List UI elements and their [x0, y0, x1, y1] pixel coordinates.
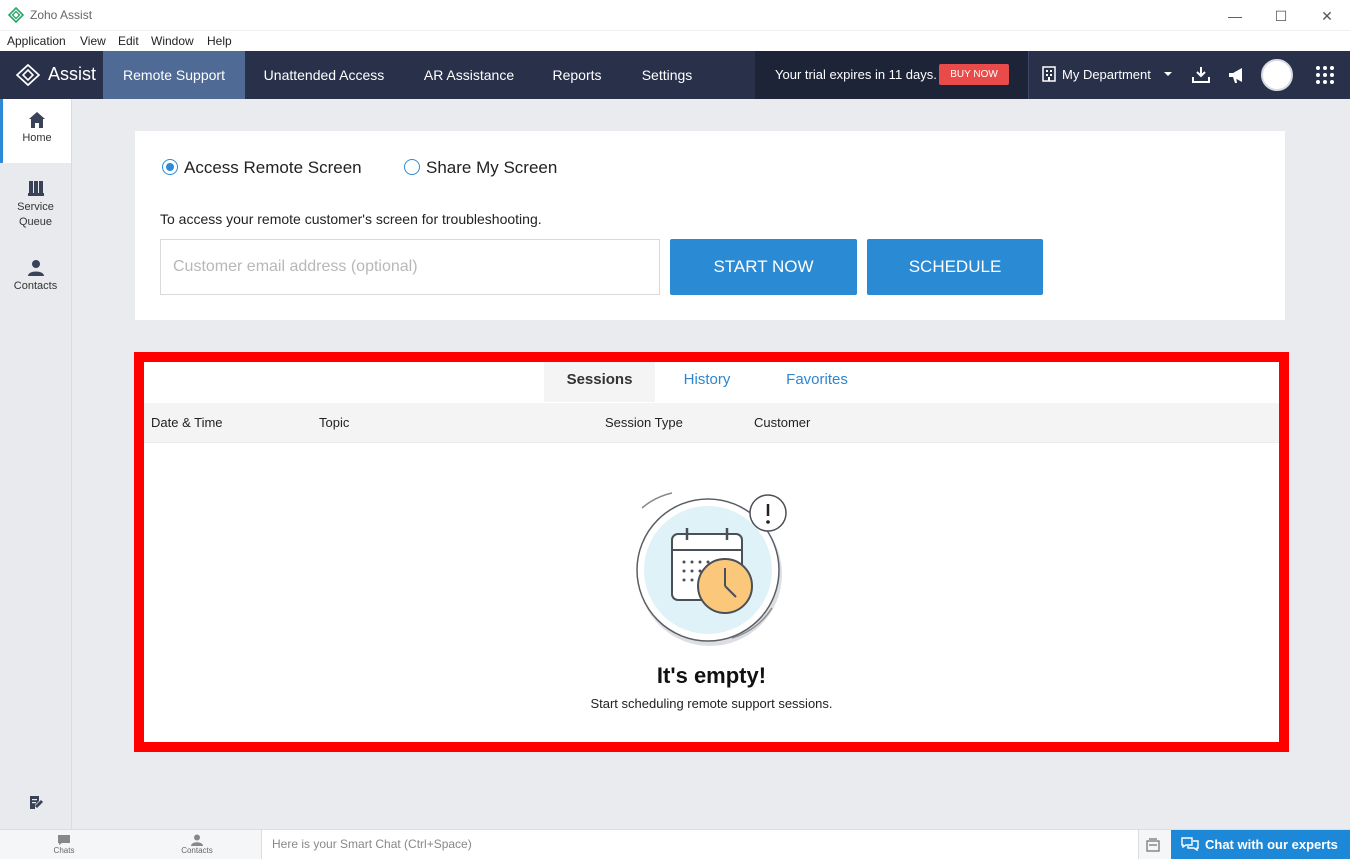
sidebar-item-label: Service Queue: [17, 201, 54, 228]
maximize-button[interactable]: ☐: [1258, 4, 1304, 28]
download-icon[interactable]: [1191, 65, 1211, 85]
option-access-remote-screen[interactable]: Access Remote Screen: [162, 158, 362, 178]
bottom-contacts[interactable]: Contacts: [167, 834, 227, 855]
column-session-type[interactable]: Session Type: [605, 415, 683, 430]
home-icon: [29, 112, 45, 128]
chevron-down-icon: [1163, 72, 1172, 76]
option-label: Access Remote Screen: [184, 158, 362, 177]
contacts-icon: [27, 260, 44, 276]
navbar-divider: [1028, 51, 1029, 99]
customer-email-input[interactable]: [160, 239, 660, 295]
sessions-panel: Sessions History Favorites Date & Time T…: [134, 352, 1289, 752]
chat-with-experts-label: Chat with our experts: [1205, 837, 1338, 852]
trial-banner: Your trial expires in 11 days. BUY NOW: [755, 51, 1028, 99]
option-share-my-screen[interactable]: Share My Screen: [404, 158, 557, 178]
tab-unattended-access[interactable]: Unattended Access: [245, 51, 403, 99]
trial-text: Your trial expires in 11 days.: [775, 67, 937, 82]
window-titlebar: Zoho Assist — ☐ ✕: [0, 0, 1350, 31]
radio-access-remote-screen[interactable]: [162, 159, 178, 175]
menu-help[interactable]: Help: [207, 34, 232, 48]
menu-window[interactable]: Window: [151, 34, 194, 48]
window-title: Zoho Assist: [30, 8, 93, 22]
option-label: Share My Screen: [426, 158, 558, 177]
tab-sessions[interactable]: Sessions: [544, 362, 655, 402]
start-now-button[interactable]: START NOW: [670, 239, 857, 295]
chat-bubble-icon: [58, 835, 70, 845]
megaphone-icon[interactable]: [1227, 65, 1247, 85]
empty-calendar-illustration: [636, 492, 787, 646]
building-icon: [1042, 66, 1056, 82]
bottom-contacts-label: Contacts: [181, 846, 213, 855]
assist-logo-icon: [16, 64, 40, 86]
tab-favorites[interactable]: Favorites: [759, 362, 875, 402]
session-description: To access your remote customer's screen …: [160, 211, 542, 227]
schedule-button[interactable]: SCHEDULE: [867, 239, 1043, 295]
column-topic[interactable]: Topic: [319, 415, 349, 430]
sidebar-item-label: Contacts: [13, 280, 58, 292]
sessions-table-header: Date & Time Topic Session Type Customer: [144, 403, 1279, 443]
menu-view[interactable]: View: [80, 34, 106, 48]
tab-reports[interactable]: Reports: [535, 51, 619, 99]
bottom-chats[interactable]: Chats: [34, 834, 94, 855]
chat-support-icon: [1181, 837, 1199, 851]
chat-with-experts-button[interactable]: Chat with our experts: [1171, 830, 1350, 859]
contact-icon: [191, 834, 203, 846]
sidebar-item-label: Home: [22, 132, 52, 144]
tab-ar-assistance[interactable]: AR Assistance: [403, 51, 535, 99]
remote-session-card: Access Remote Screen Share My Screen To …: [135, 131, 1285, 320]
empty-state-title: It's empty!: [656, 663, 767, 688]
top-navbar: Assist Remote Support Unattended Access …: [0, 51, 1350, 99]
service-queue-icon: [27, 181, 44, 196]
notes-icon[interactable]: [28, 795, 44, 811]
menu-application[interactable]: Application: [7, 34, 66, 48]
empty-state-subtitle: Start scheduling remote support sessions…: [590, 696, 833, 711]
bottom-chats-label: Chats: [53, 846, 75, 855]
smart-chat-input[interactable]: Here is your Smart Chat (Ctrl+Space): [261, 830, 1139, 859]
column-date-time[interactable]: Date & Time: [151, 415, 223, 430]
menu-bar: Application View Edit Window Help: [0, 31, 1350, 51]
apps-grid-icon[interactable]: [1315, 65, 1335, 85]
brand-label: Assist: [48, 64, 97, 84]
menu-edit[interactable]: Edit: [118, 34, 139, 48]
radio-share-my-screen[interactable]: [404, 159, 420, 175]
sidebar-item-contacts[interactable]: Contacts: [0, 251, 71, 303]
department-selector[interactable]: My Department: [1042, 66, 1173, 82]
bottom-bar: Chats Contacts Here is your Smart Chat (…: [0, 829, 1350, 859]
left-sidebar: Home Service Queue Contacts: [0, 99, 72, 829]
sidebar-item-home[interactable]: Home: [0, 99, 71, 163]
tab-history[interactable]: History: [655, 362, 759, 402]
buy-now-button[interactable]: BUY NOW: [939, 64, 1009, 85]
close-button[interactable]: ✕: [1304, 4, 1350, 28]
column-customer[interactable]: Customer: [754, 415, 810, 430]
tab-remote-support[interactable]: Remote Support: [103, 51, 245, 99]
chat-history-icon[interactable]: [1146, 838, 1160, 852]
minimize-button[interactable]: —: [1212, 4, 1258, 28]
brand[interactable]: Assist: [0, 51, 103, 99]
zoho-assist-logo-icon: [8, 7, 24, 23]
sidebar-item-service-queue[interactable]: Service Queue: [0, 171, 71, 235]
department-label: My Department: [1062, 67, 1151, 82]
avatar[interactable]: [1261, 59, 1293, 91]
tab-settings[interactable]: Settings: [619, 51, 715, 99]
